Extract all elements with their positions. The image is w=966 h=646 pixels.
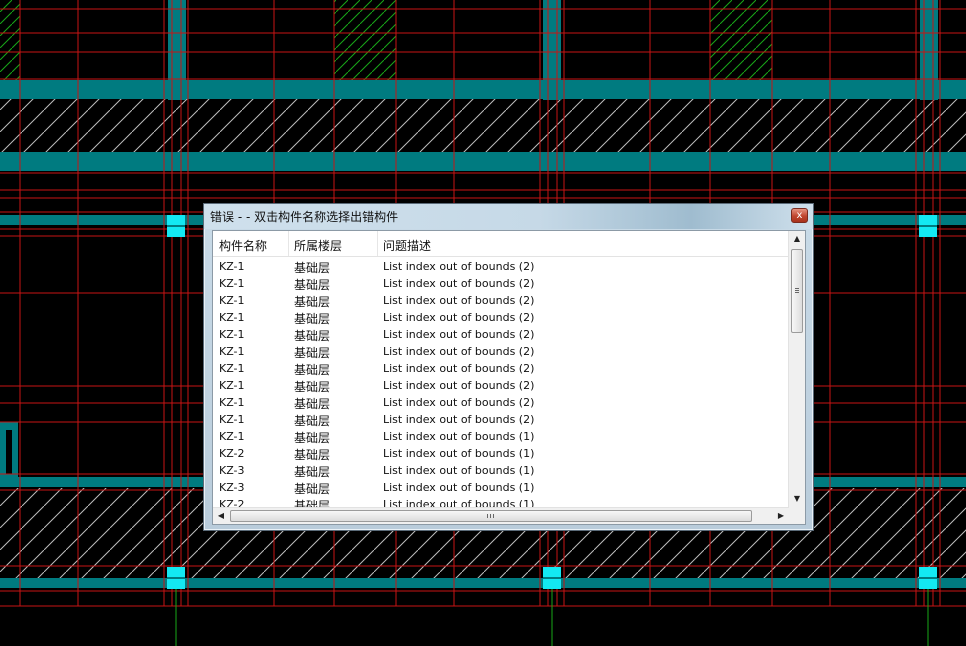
table-row[interactable]: KZ-1 基础层 List index out of bounds (2)	[213, 394, 789, 411]
column-header-description[interactable]: 问题描述	[383, 237, 431, 254]
floor-cell: 基础层	[294, 465, 331, 479]
description-cell: List index out of bounds (1)	[383, 464, 535, 477]
beam	[920, 0, 938, 100]
horizontal-scroll-thumb[interactable]	[230, 510, 752, 522]
beam	[543, 0, 561, 100]
arrow-down-icon[interactable]: ▼	[789, 491, 805, 507]
vertical-scrollbar[interactable]: ▲ ▼	[788, 231, 805, 508]
column-header-component-name[interactable]: 构件名称	[219, 237, 267, 254]
component-name-cell: KZ-1	[219, 362, 245, 375]
table-row[interactable]: KZ-1 基础层 List index out of bounds (2)	[213, 343, 789, 360]
table-row[interactable]: KZ-1 基础层 List index out of bounds (2)	[213, 275, 789, 292]
vertical-scroll-thumb[interactable]	[791, 249, 803, 333]
horizontal-scrollbar[interactable]: ◀ ▶	[213, 507, 789, 524]
dialog-title: 错误 - - 双击构件名称选择出错构件	[210, 210, 399, 224]
table-row[interactable]: KZ-1 基础层 List index out of bounds (2)	[213, 377, 789, 394]
grip-line	[487, 514, 488, 518]
arrow-left-icon[interactable]: ◀	[213, 508, 229, 524]
table-row[interactable]: KZ-1 基础层 List index out of bounds (2)	[213, 411, 789, 428]
component-name-cell: KZ-3	[219, 464, 245, 477]
table-row[interactable]: KZ-1 基础层 List index out of bounds (2)	[213, 292, 789, 309]
component-name-cell: KZ-1	[219, 260, 245, 273]
list-body: KZ-1 基础层 List index out of bounds (2) KZ-1 基…	[213, 258, 789, 508]
component-name-cell: KZ-3	[219, 481, 245, 494]
table-row[interactable]: KZ-1 基础层 List index out of bounds (2)	[213, 309, 789, 326]
component-name-cell: KZ-1	[219, 294, 245, 307]
description-cell: List index out of bounds (2)	[383, 277, 535, 290]
component-name-cell: KZ-1	[219, 311, 245, 324]
description-cell: List index out of bounds (2)	[383, 294, 535, 307]
error-list: 构件名称 所属楼层 问题描述 KZ-1 基础层 List index out of …	[212, 230, 806, 525]
floor-cell: 基础层	[294, 295, 331, 309]
table-row[interactable]: KZ-1 基础层 List index out of bounds (2)	[213, 258, 789, 275]
description-cell: List index out of bounds (2)	[383, 362, 535, 375]
beam	[0, 578, 966, 588]
column-divider[interactable]	[377, 231, 378, 256]
description-cell: List index out of bounds (1)	[383, 430, 535, 443]
grip-line	[493, 514, 494, 518]
beam	[6, 430, 12, 474]
description-cell: List index out of bounds (2)	[383, 260, 535, 273]
description-cell: List index out of bounds (2)	[383, 379, 535, 392]
floor-cell: 基础层	[294, 431, 331, 445]
component-name-cell: KZ-1	[219, 430, 245, 443]
grip-line	[795, 288, 799, 289]
floor-cell: 基础层	[294, 448, 331, 462]
hatched-wall	[0, 0, 20, 80]
column-header-floor[interactable]: 所属楼层	[294, 237, 342, 254]
table-row[interactable]: KZ-1 基础层 List index out of bounds (1)	[213, 428, 789, 445]
grip-line	[490, 514, 491, 518]
component-name-cell: KZ-1	[219, 345, 245, 358]
description-cell: List index out of bounds (2)	[383, 328, 535, 341]
hatched-wall	[334, 0, 396, 80]
grip-line	[795, 292, 799, 293]
column-divider[interactable]	[288, 231, 289, 256]
hatched-wall	[710, 0, 772, 80]
beam	[0, 80, 966, 99]
floor-cell: 基础层	[294, 312, 331, 326]
floor-cell: 基础层	[294, 329, 331, 343]
component-name-cell: KZ-1	[219, 396, 245, 409]
description-cell: List index out of bounds (1)	[383, 481, 535, 494]
description-cell: List index out of bounds (2)	[383, 396, 535, 409]
description-cell: List index out of bounds (2)	[383, 345, 535, 358]
beam	[0, 152, 966, 171]
description-cell: List index out of bounds (2)	[383, 311, 535, 324]
close-button[interactable]: x	[791, 208, 808, 223]
component-name-cell: KZ-1	[219, 379, 245, 392]
floor-cell: 基础层	[294, 482, 331, 496]
arrow-up-icon[interactable]: ▲	[789, 231, 805, 247]
error-dialog: 错误 - - 双击构件名称选择出错构件 x 构件名称 所属楼层 问题描述 KZ-…	[203, 203, 814, 531]
table-row[interactable]: KZ-1 基础层 List index out of bounds (2)	[213, 360, 789, 377]
hatched-slab	[0, 99, 966, 152]
component-name-cell: KZ-1	[219, 413, 245, 426]
dialog-titlebar[interactable]: 错误 - - 双击构件名称选择出错构件 x	[204, 204, 813, 229]
grip-line	[795, 290, 799, 291]
component-name-cell: KZ-1	[219, 277, 245, 290]
scrollbar-corner	[788, 508, 805, 524]
close-icon: x	[796, 210, 803, 221]
beam	[168, 0, 186, 100]
arrow-right-icon[interactable]: ▶	[773, 508, 789, 524]
floor-cell: 基础层	[294, 261, 331, 275]
description-cell: List index out of bounds (2)	[383, 413, 535, 426]
table-row[interactable]: KZ-2 基础层 List index out of bounds (1)	[213, 445, 789, 462]
description-cell: List index out of bounds (1)	[383, 447, 535, 460]
table-row[interactable]: KZ-3 基础层 List index out of bounds (1)	[213, 462, 789, 479]
table-row[interactable]: KZ-1 基础层 List index out of bounds (2)	[213, 326, 789, 343]
table-row[interactable]: KZ-3 基础层 List index out of bounds (1)	[213, 479, 789, 496]
floor-cell: 基础层	[294, 380, 331, 394]
floor-cell: 基础层	[294, 278, 331, 292]
floor-cell: 基础层	[294, 346, 331, 360]
component-name-cell: KZ-1	[219, 328, 245, 341]
floor-cell: 基础层	[294, 397, 331, 411]
floor-cell: 基础层	[294, 363, 331, 377]
component-name-cell: KZ-2	[219, 447, 245, 460]
list-header: 构件名称 所属楼层 问题描述	[213, 231, 789, 257]
floor-cell: 基础层	[294, 414, 331, 428]
